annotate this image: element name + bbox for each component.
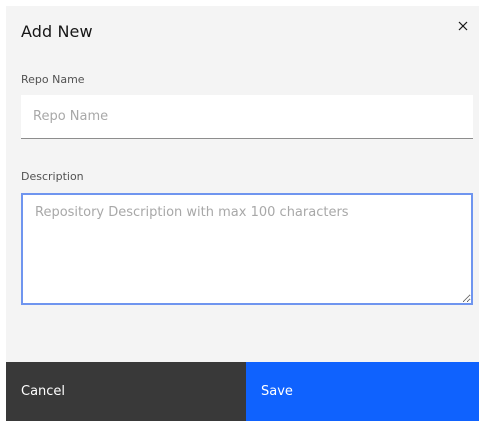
modal-footer: Cancel Save bbox=[6, 362, 479, 421]
save-button[interactable]: Save bbox=[246, 362, 479, 421]
repo-name-label: Repo Name bbox=[21, 73, 85, 86]
description-label: Description bbox=[21, 170, 84, 183]
add-new-modal: Add New Repo Name Description Cancel Sav… bbox=[6, 6, 479, 421]
modal-title: Add New bbox=[21, 22, 93, 41]
description-textarea[interactable] bbox=[21, 193, 473, 305]
close-icon[interactable] bbox=[455, 18, 471, 34]
repo-name-input[interactable] bbox=[21, 95, 473, 139]
cancel-button[interactable]: Cancel bbox=[6, 362, 246, 421]
